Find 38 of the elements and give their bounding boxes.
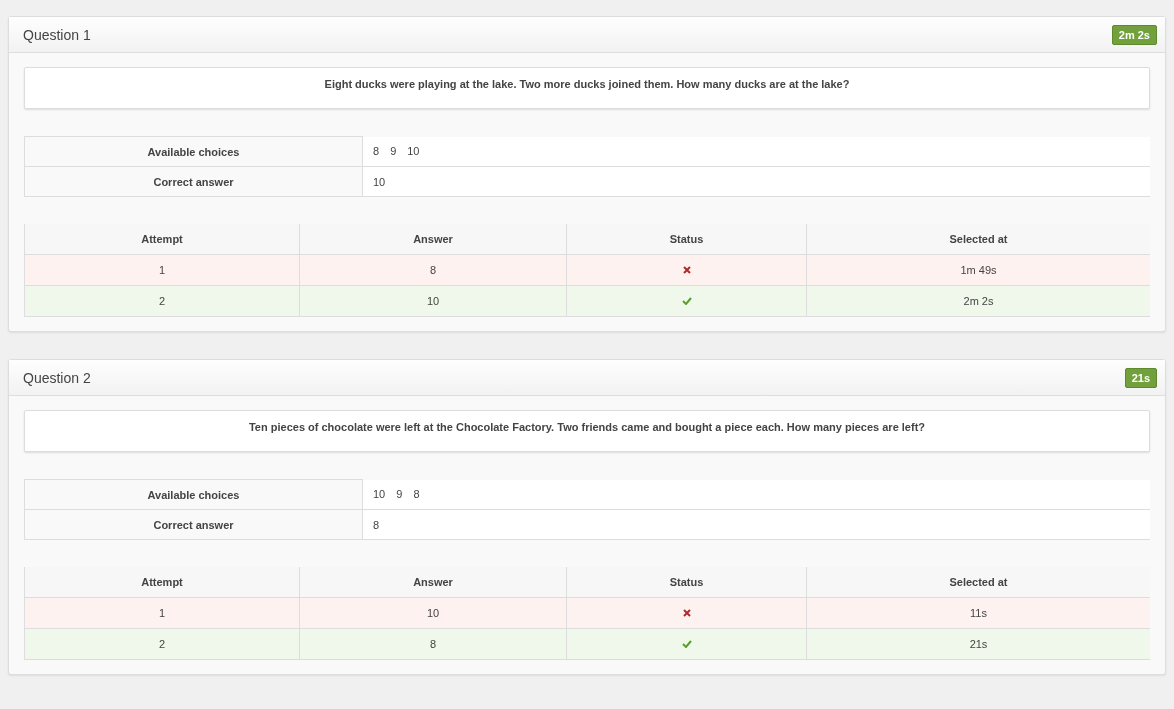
column-header: Answer xyxy=(299,567,567,598)
table-cell: Available choices xyxy=(24,136,363,167)
column-header: Attempt xyxy=(24,567,300,598)
column-header: Status xyxy=(566,567,807,598)
question-title: Question 1 xyxy=(23,26,91,43)
table-cell: 11s xyxy=(806,597,1150,629)
choice-value: 10 xyxy=(407,145,420,158)
table-cell: 2 xyxy=(24,285,300,317)
table-cell: 1 xyxy=(24,597,300,629)
column-header: Selected at xyxy=(806,224,1150,255)
table-cell: Correct answer xyxy=(24,509,363,540)
column-header: Status xyxy=(566,224,807,255)
table-cell: 2m 2s xyxy=(806,285,1150,317)
table-cell: 21s xyxy=(806,628,1150,660)
choice-value: 9 xyxy=(396,488,403,501)
question-title: Question 2 xyxy=(23,369,91,386)
table-cell: 10 xyxy=(362,166,1150,197)
question-text: Eight ducks were playing at the lake. Two more ducks joined them. How many ducks are at the lake? xyxy=(24,67,1150,109)
column-header: Answer xyxy=(299,224,567,255)
table-cell: 1m 49s xyxy=(806,254,1150,286)
table-cell: 10 xyxy=(299,597,567,629)
time-badge: 21s xyxy=(1124,367,1157,388)
table-cell: 10 xyxy=(299,285,567,317)
column-header: Selected at xyxy=(806,567,1150,598)
choice-value: 8 xyxy=(373,145,380,158)
table-cell: Available choices xyxy=(24,479,363,510)
choice-value: 10 xyxy=(373,488,386,501)
table-cell: Correct answer xyxy=(24,166,363,197)
choice-value: 9 xyxy=(390,145,397,158)
table-cell: 8 xyxy=(362,509,1150,540)
time-badge: 2m 2s xyxy=(1111,24,1157,45)
table-cell: 8 xyxy=(299,254,567,286)
table-cell: 1 xyxy=(24,254,300,286)
table-cell: 8 xyxy=(299,628,567,660)
table-cell: 2 xyxy=(24,628,300,660)
question-text: Ten pieces of chocolate were left at the Chocolate Factory. Two friends came and bought a piece each. How many pieces are left? xyxy=(24,410,1150,452)
choice-value: 8 xyxy=(413,488,420,501)
column-header: Attempt xyxy=(24,224,300,255)
